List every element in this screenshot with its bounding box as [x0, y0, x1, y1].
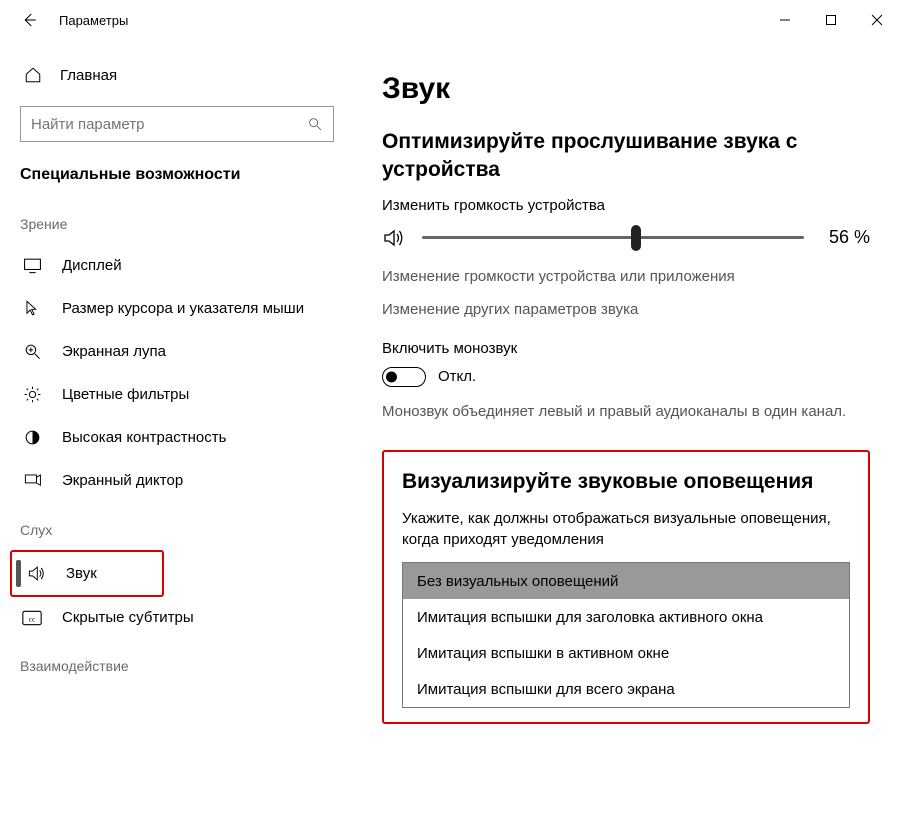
sidebar-item-label: Размер курсора и указателя мыши — [62, 300, 304, 317]
back-button[interactable] — [15, 6, 43, 34]
volume-slider[interactable] — [422, 228, 804, 248]
page-title: Звук — [382, 72, 870, 106]
sidebar-item-label: Экранная лупа — [62, 343, 166, 360]
sidebar-item-label: Экранный диктор — [62, 472, 183, 489]
close-icon — [871, 14, 883, 26]
dropdown-option[interactable]: Имитация вспышки в активном окне — [403, 635, 849, 671]
link-other-sound-settings[interactable]: Изменение других параметров звука — [382, 301, 870, 318]
volume-slider-thumb[interactable] — [631, 225, 641, 251]
minimize-icon — [779, 14, 791, 26]
sidebar-home[interactable]: Главная — [0, 56, 354, 94]
sidebar-item-color-filters[interactable]: Цветные фильтры — [0, 373, 354, 416]
sidebar-item-sound[interactable]: Звук — [12, 552, 162, 595]
maximize-button[interactable] — [808, 0, 854, 40]
section-vision: Зрение — [0, 196, 354, 244]
visualize-dropdown[interactable]: Без визуальных оповещений Имитация вспыш… — [402, 562, 850, 708]
search-box[interactable] — [20, 106, 334, 142]
maximize-icon — [825, 14, 837, 26]
sidebar-item-high-contrast[interactable]: Высокая контрастность — [0, 416, 354, 459]
mono-description: Монозвук объединяет левый и правый аудио… — [382, 401, 870, 422]
link-change-app-volume[interactable]: Изменение громкости устройства или прило… — [382, 268, 870, 285]
main-content: Звук Оптимизируйте прослушивание звука с… — [354, 40, 900, 834]
sidebar-item-label: Дисплей — [62, 257, 122, 274]
window-title: Параметры — [59, 13, 128, 28]
visualize-heading: Визуализируйте звуковые оповещения — [402, 470, 850, 494]
sidebar-item-label: Скрытые субтитры — [62, 609, 194, 626]
section-interaction: Взаимодействие — [0, 638, 354, 686]
sidebar: Главная Специальные возможности Зрение Д… — [0, 40, 354, 834]
sidebar-item-sound-highlight: Звук — [10, 550, 164, 597]
sidebar-item-captions[interactable]: cc Скрытые субтитры — [0, 597, 354, 638]
optimize-heading: Оптимизируйте прослушивание звука с устр… — [382, 128, 870, 185]
search-input[interactable] — [31, 116, 307, 133]
sidebar-item-magnifier[interactable]: Экранная лупа — [0, 330, 354, 373]
mono-label: Включить монозвук — [382, 340, 870, 357]
dropdown-option[interactable]: Имитация вспышки для заголовка активного… — [403, 599, 849, 635]
sidebar-item-label: Высокая контрастность — [62, 429, 226, 446]
volume-row: 56 % — [382, 226, 870, 250]
sidebar-home-label: Главная — [60, 67, 117, 84]
speaker-volume-icon — [382, 226, 406, 250]
speaker-icon — [26, 564, 46, 583]
captions-icon: cc — [22, 610, 42, 626]
toggle-knob — [386, 371, 397, 382]
visualize-alerts-panel: Визуализируйте звуковые оповещения Укажи… — [382, 450, 870, 724]
cursor-icon — [22, 299, 42, 318]
dropdown-option[interactable]: Имитация вспышки для всего экрана — [403, 671, 849, 707]
search-icon — [307, 116, 323, 132]
sidebar-item-narrator[interactable]: Экранный диктор — [0, 459, 354, 502]
minimize-button[interactable] — [762, 0, 808, 40]
section-hearing: Слух — [0, 502, 354, 550]
sidebar-item-label: Звук — [66, 565, 97, 582]
titlebar: Параметры — [0, 0, 900, 40]
contrast-icon — [22, 428, 42, 447]
narrator-icon — [22, 471, 42, 490]
sidebar-category: Специальные возможности — [0, 160, 354, 196]
mono-toggle[interactable] — [382, 367, 426, 387]
volume-label: Изменить громкость устройства — [382, 197, 870, 214]
home-icon — [24, 66, 42, 84]
brightness-icon — [22, 385, 42, 404]
sidebar-item-display[interactable]: Дисплей — [0, 244, 354, 287]
mono-toggle-state: Откл. — [438, 368, 476, 385]
sidebar-item-cursor[interactable]: Размер курсора и указателя мыши — [0, 287, 354, 330]
volume-percent: 56 % — [820, 227, 870, 248]
svg-text:cc: cc — [29, 614, 36, 623]
dropdown-option[interactable]: Без визуальных оповещений — [403, 563, 849, 599]
magnifier-icon — [22, 342, 42, 361]
arrow-left-icon — [20, 11, 38, 29]
visualize-hint: Укажите, как должны отображаться визуаль… — [402, 508, 850, 550]
close-button[interactable] — [854, 0, 900, 40]
sidebar-item-label: Цветные фильтры — [62, 386, 189, 403]
display-icon — [22, 256, 42, 275]
